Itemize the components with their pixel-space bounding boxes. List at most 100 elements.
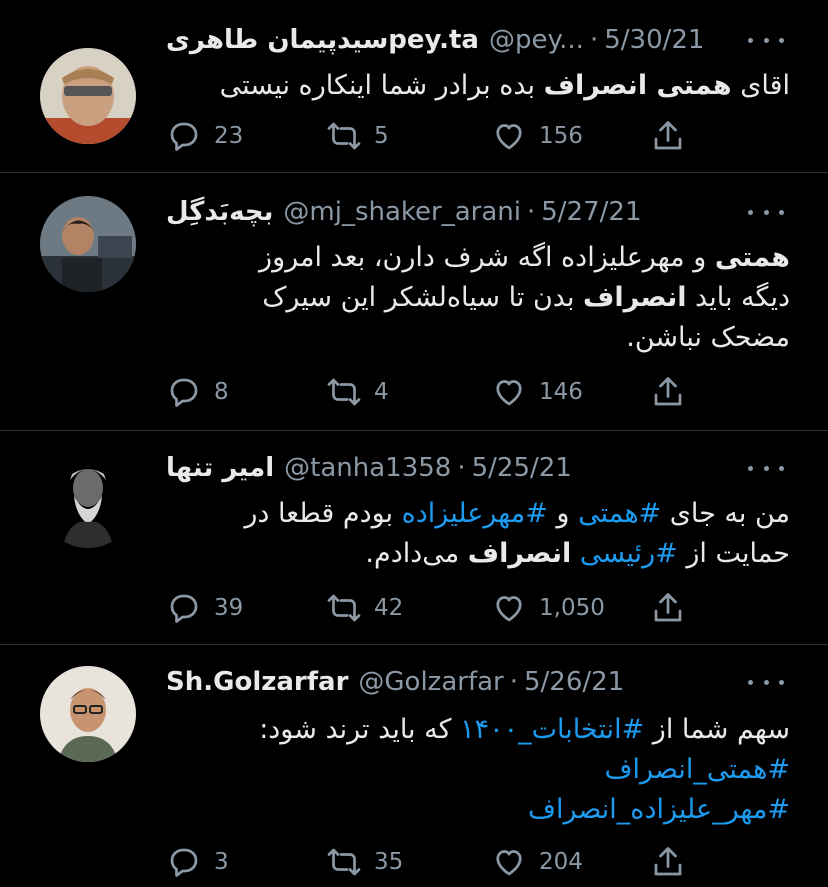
share-button[interactable] <box>650 372 698 412</box>
share-button[interactable] <box>650 116 698 156</box>
like-button[interactable]: 1,050 <box>491 588 605 628</box>
hashtag-link[interactable]: #مهرعلیزاده <box>402 498 548 529</box>
heart-icon <box>491 374 539 410</box>
text-segment: بودم قطعا در <box>244 498 402 529</box>
display-name[interactable]: امیر تنها <box>166 453 274 483</box>
tweet-text-line: #مهر_علیزاده_انصراف <box>166 790 790 830</box>
avatar[interactable] <box>40 452 136 548</box>
separator-dot: · <box>589 25 599 55</box>
bold-keyword: همتی <box>714 242 790 273</box>
share-icon <box>650 374 698 410</box>
retweet-count: 4 <box>374 379 389 405</box>
reply-icon <box>166 590 214 626</box>
tweet-divider <box>0 430 828 431</box>
reply-icon <box>166 844 214 880</box>
retweet-button[interactable]: 42 <box>326 588 403 628</box>
tweet-text: سهم شما از #انتخابات_۱۴۰۰ که باید ترند ش… <box>166 710 790 830</box>
reply-button[interactable]: 8 <box>166 372 229 412</box>
share-button[interactable] <box>650 842 698 882</box>
heart-icon <box>491 590 539 626</box>
tweet-divider <box>0 644 828 645</box>
reply-count: 3 <box>214 849 229 875</box>
like-button[interactable]: 204 <box>491 842 583 882</box>
bold-keyword: همتی انصراف <box>543 70 732 101</box>
tweet-actions: 3 35 204 <box>166 842 696 882</box>
display-name[interactable]: سیدپیمان طاهریpey.ta <box>166 25 479 55</box>
text-segment: و <box>547 498 579 529</box>
tweet-header: بچه‌بَدگِل @mj_shaker_arani · 5/27/21 <box>166 194 738 230</box>
share-icon <box>650 118 698 154</box>
text-segment: می‌دادم. <box>365 538 468 569</box>
user-handle[interactable]: @mj_shaker_arani <box>283 197 521 227</box>
hashtag-link[interactable]: #انتخابات_۱۴۰۰ <box>460 714 644 745</box>
text-segment: و مهرعلیزاده اگه شرف دارن، بعد امروز <box>259 242 715 273</box>
text-segment: بدن تا سیاه‌لشکر این سیرک <box>262 282 584 313</box>
hashtag-link[interactable]: #رئیسی <box>580 538 678 569</box>
share-icon <box>650 590 698 626</box>
text-segment: بده برادر شما اینکاره نیستی <box>219 70 544 101</box>
reply-button[interactable]: 39 <box>166 588 243 628</box>
tweet-divider <box>0 172 828 173</box>
more-icon[interactable] <box>748 202 784 222</box>
reply-icon <box>166 118 214 154</box>
avatar[interactable] <box>40 48 136 144</box>
text-segment: حمایت از <box>677 538 790 569</box>
retweet-icon <box>326 590 374 626</box>
tweet-text-line: سهم شما از #انتخابات_۱۴۰۰ که باید ترند ش… <box>166 710 790 750</box>
like-count: 156 <box>539 123 583 149</box>
tweet-date[interactable]: 5/26/21 <box>524 667 624 697</box>
tweet-text: اقای همتی انصراف بده برادر شما اینکاره ن… <box>166 66 790 106</box>
reply-button[interactable]: 3 <box>166 842 229 882</box>
more-icon[interactable] <box>748 30 784 50</box>
bold-keyword: انصراف <box>583 282 687 313</box>
user-handle[interactable]: @Golzarfar <box>358 667 503 697</box>
tweet-date[interactable]: 5/25/21 <box>472 453 572 483</box>
tweet-actions: 23 5 156 <box>166 116 696 156</box>
tweet-text: من به جای #همتی و #مهرعلیزاده بودم قطعا … <box>166 494 790 574</box>
retweet-button[interactable]: 5 <box>326 116 389 156</box>
retweet-button[interactable]: 35 <box>326 842 403 882</box>
display-name[interactable]: بچه‌بَدگِل <box>166 197 273 227</box>
reply-button[interactable]: 23 <box>166 116 243 156</box>
separator-dot: · <box>509 667 518 697</box>
hashtag-link[interactable]: #همتی_انصراف <box>605 754 790 785</box>
heart-icon <box>491 844 539 880</box>
retweet-icon <box>326 844 374 880</box>
tweet-date[interactable]: 5/30/21 <box>604 25 704 55</box>
text-segment: که باید ترند شود: <box>259 714 461 745</box>
tweet-text-line: #همتی_انصراف <box>166 750 790 790</box>
like-button[interactable]: 146 <box>491 372 583 412</box>
tweet-text-line: همتی و مهرعلیزاده اگه شرف دارن، بعد امرو… <box>166 238 790 278</box>
retweet-button[interactable]: 4 <box>326 372 389 412</box>
text-segment <box>571 538 580 569</box>
text-segment: سهم شما از <box>644 714 790 745</box>
hashtag-link[interactable]: #مهر_علیزاده_انصراف <box>528 794 790 825</box>
reply-count: 23 <box>214 123 244 149</box>
heart-icon <box>491 118 539 154</box>
user-handle[interactable]: @pey... <box>489 25 584 55</box>
avatar[interactable] <box>40 196 136 292</box>
like-button[interactable]: 156 <box>491 116 583 156</box>
display-name[interactable]: Sh.Golzarfar <box>166 667 348 697</box>
retweet-count: 5 <box>374 123 389 149</box>
share-icon <box>650 844 698 880</box>
text-segment: مضحک نباشن. <box>626 322 790 353</box>
tweet-text-line: اقای همتی انصراف بده برادر شما اینکاره ن… <box>166 66 790 106</box>
hashtag-link[interactable]: #همتی <box>578 498 661 529</box>
like-count: 1,050 <box>539 595 605 621</box>
tweet-header: سیدپیمان طاهریpey.ta @pey... · 5/30/21 <box>166 22 738 58</box>
retweet-icon <box>326 374 374 410</box>
more-icon[interactable] <box>748 672 784 692</box>
tweet-actions: 8 4 146 <box>166 372 696 412</box>
more-icon[interactable] <box>748 458 784 478</box>
tweet-date[interactable]: 5/27/21 <box>541 197 641 227</box>
text-segment: اقای <box>731 70 790 101</box>
user-handle[interactable]: @tanha1358 <box>284 453 451 483</box>
like-count: 146 <box>539 379 583 405</box>
tweet-text: همتی و مهرعلیزاده اگه شرف دارن، بعد امرو… <box>166 238 790 358</box>
bold-keyword: انصراف <box>467 538 572 569</box>
avatar[interactable] <box>40 666 136 762</box>
share-button[interactable] <box>650 588 698 628</box>
tweet-text-line: من به جای #همتی و #مهرعلیزاده بودم قطعا … <box>166 494 790 534</box>
tweet-actions: 39 42 1,050 <box>166 588 696 628</box>
